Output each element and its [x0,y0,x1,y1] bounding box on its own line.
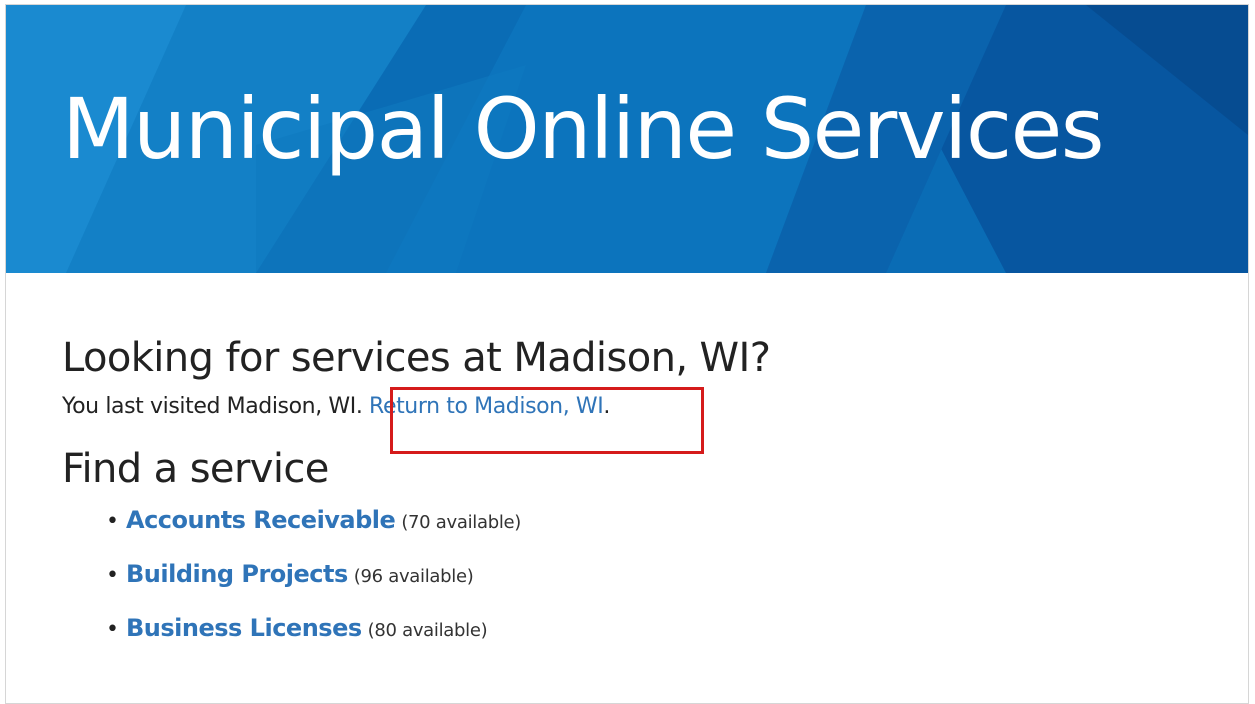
service-link-accounts-receivable[interactable]: Accounts Receivable [126,506,396,534]
service-link-business-licenses[interactable]: Business Licenses [126,614,362,642]
return-suffix: . [603,394,610,419]
service-item-business-licenses: • Business Licenses (80 available) [106,614,1212,668]
service-count: (70 available) [401,511,522,533]
bullet-icon: • [106,562,119,588]
service-link-building-projects[interactable]: Building Projects [126,560,348,588]
location-heading: Looking for services at Madison, WI? [62,335,771,381]
site-title: Municipal Online Services [62,80,1105,178]
hero-banner: Municipal Online Services [6,5,1248,273]
last-visited-text: You last visited Madison, WI. [62,394,363,419]
service-item-accounts-receivable: • Accounts Receivable (70 available) [106,506,1212,560]
service-item-building-projects: • Building Projects (96 available) [106,560,1212,614]
bullet-icon: • [106,508,119,534]
main-content: Looking for services at Madison, WI? You… [62,335,1212,668]
service-count: (80 available) [367,619,488,641]
bullet-icon: • [106,616,119,642]
page-frame: Municipal Online Services Looking for se… [5,4,1249,704]
last-visited-line: You last visited Madison, WI. Return to … [62,393,1212,422]
service-list: • Accounts Receivable (70 available) • B… [62,506,1212,668]
service-count: (96 available) [353,565,474,587]
find-service-heading: Find a service [62,445,329,492]
return-to-location-link[interactable]: Return to Madison, WI [369,394,604,419]
